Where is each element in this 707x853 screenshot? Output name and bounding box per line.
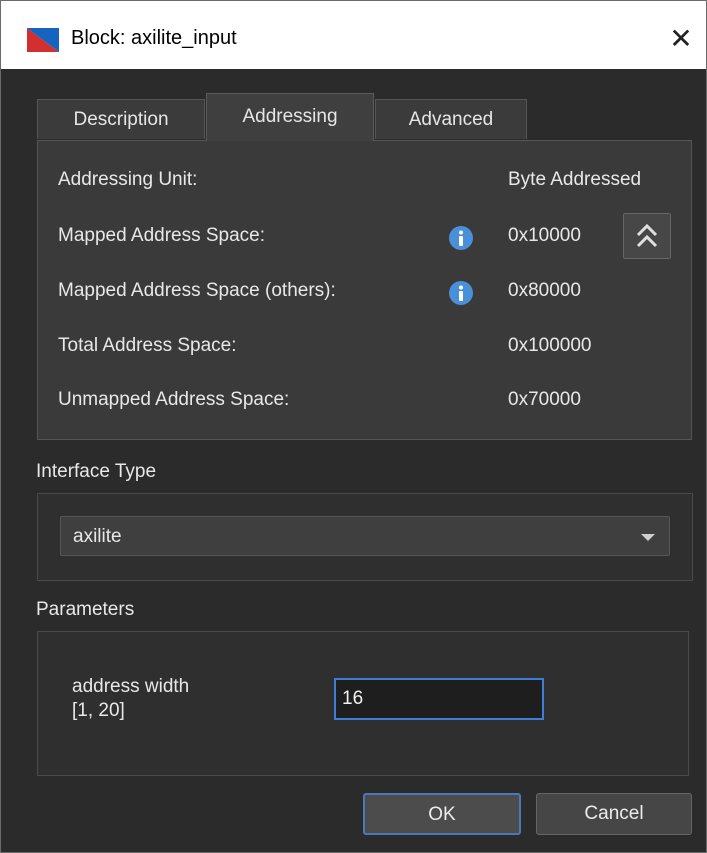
collapse-button[interactable] (623, 213, 671, 259)
tab-addressing[interactable]: Addressing (206, 93, 374, 141)
total-address-space-label: Total Address Space: (58, 335, 237, 356)
mapped-address-space-label: Mapped Address Space: (58, 225, 266, 246)
info-icon[interactable] (448, 225, 474, 251)
mapped-address-space-value: 0x10000 (508, 225, 581, 246)
tab-advanced[interactable]: Advanced (375, 99, 527, 139)
interface-type-value: axilite (73, 526, 122, 547)
ok-button[interactable]: OK (363, 793, 521, 835)
parameters-group: address width [1, 20] 16 (37, 631, 689, 776)
total-address-space-value: 0x100000 (508, 335, 592, 356)
interface-type-group: axilite (37, 493, 693, 581)
double-chevron-up-icon (636, 223, 658, 248)
addressing-panel: Addressing Unit: Byte Addressed Mapped A… (37, 140, 692, 440)
mapped-address-space-others-label: Mapped Address Space (others): (58, 280, 336, 301)
block-app-icon (27, 28, 59, 52)
close-button[interactable]: ✕ (656, 19, 706, 59)
unmapped-address-space-label: Unmapped Address Space: (58, 389, 290, 410)
addressing-unit-value: Byte Addressed (508, 169, 642, 190)
chevron-down-icon (641, 534, 655, 541)
window-title: Block: axilite_input (71, 27, 237, 49)
tab-description[interactable]: Description (37, 99, 205, 139)
dialog-window: Block: axilite_input ✕ Description Addre… (0, 0, 707, 853)
interface-type-select[interactable]: axilite (60, 516, 670, 556)
close-icon: ✕ (669, 23, 693, 54)
info-icon[interactable] (448, 280, 474, 306)
parameters-heading: Parameters (36, 599, 135, 620)
address-width-range: [1, 20] (72, 700, 125, 721)
title-bar: Block: axilite_input ✕ (1, 1, 706, 69)
address-width-label: address width (72, 676, 190, 697)
address-width-input[interactable]: 16 (334, 678, 544, 720)
addressing-unit-label: Addressing Unit: (58, 169, 198, 190)
unmapped-address-space-value: 0x70000 (508, 389, 581, 410)
cancel-button[interactable]: Cancel (536, 793, 692, 835)
tab-bar: Description Addressing Advanced (37, 93, 693, 141)
mapped-address-space-others-value: 0x80000 (508, 280, 581, 301)
interface-type-heading: Interface Type (36, 461, 157, 482)
